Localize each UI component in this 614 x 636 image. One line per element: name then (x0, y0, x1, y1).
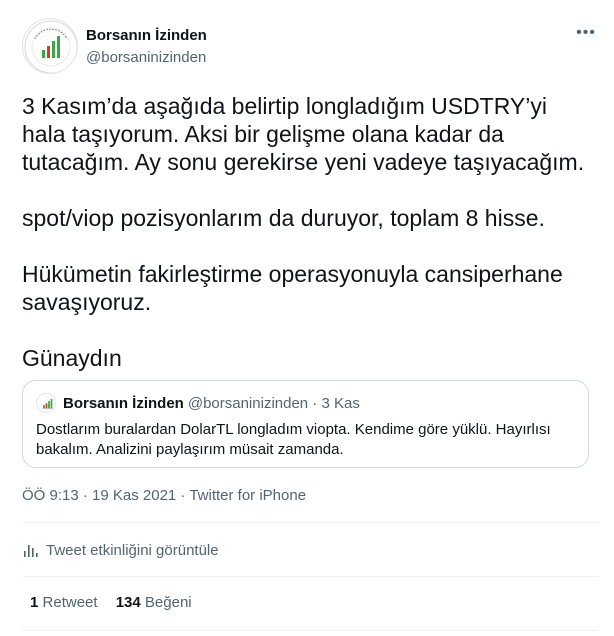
tweet-stats: 1 Retweet 134 Beğeni (30, 594, 206, 611)
bar-chart-icon (24, 545, 38, 557)
view-activity-link[interactable]: Tweet etkinliğini görüntüle (22, 541, 219, 559)
likes-label: Beğeni (144, 594, 192, 611)
chart-logo-icon (37, 394, 55, 412)
author-avatar[interactable] (22, 18, 78, 74)
quoted-author-name: Borsanın İzinden (63, 395, 184, 412)
retweets-count: 1 (30, 594, 39, 611)
likes-stat[interactable]: 134 Beğeni (116, 594, 192, 611)
author-handle[interactable]: @borsaninizinden (86, 49, 206, 66)
divider (22, 522, 598, 523)
more-horizontal-icon[interactable]: ••• (574, 24, 598, 44)
tweet-paragraph: 3 Kasım’da aşağıda belirtip longladığım … (22, 93, 585, 175)
tweet-text: 3 Kasım’da aşağıda belirtip longladığım … (22, 92, 588, 372)
divider (22, 576, 598, 577)
divider (22, 630, 598, 631)
tweet-header: Borsanın İzinden @borsaninizinden ••• (22, 18, 598, 78)
tweet-meta: ÖÖ 9:13 · 19 Kas 2021 · Twitter for iPho… (22, 487, 306, 504)
author-name[interactable]: Borsanın İzinden (86, 27, 207, 44)
likes-count: 134 (115, 594, 141, 611)
tweet-detail: Borsanın İzinden @borsaninizinden ••• 3 … (0, 0, 614, 636)
tweet-paragraph: Günaydın (22, 345, 122, 371)
retweets-label: Retweet (42, 594, 98, 611)
quoted-handle-date: @borsaninizinden · 3 Kas (187, 395, 360, 412)
quoted-tweet[interactable]: Borsanın İzinden @borsaninizinden · 3 Kas… (22, 380, 589, 468)
chart-logo-icon (24, 20, 77, 73)
tweet-paragraph: Hükümetin fakirleştirme operasyonuyla ca… (22, 261, 563, 315)
tweet-source[interactable]: Twitter for iPhone (189, 487, 306, 504)
quoted-header: Borsanın İzinden @borsaninizinden · 3 Kas (63, 395, 360, 412)
tweet-timestamp[interactable]: ÖÖ 9:13 · 19 Kas 2021 · (22, 487, 189, 504)
tweet-paragraph: spot/viop pozisyonlarım da duruyor, topl… (22, 205, 545, 231)
retweets-stat[interactable]: 1 Retweet (30, 594, 98, 611)
view-activity-label: Tweet etkinliğini görüntüle (46, 541, 219, 559)
quoted-author-avatar (36, 393, 56, 413)
quoted-text: Dostlarım buralardan DolarTL longladım v… (36, 421, 551, 458)
